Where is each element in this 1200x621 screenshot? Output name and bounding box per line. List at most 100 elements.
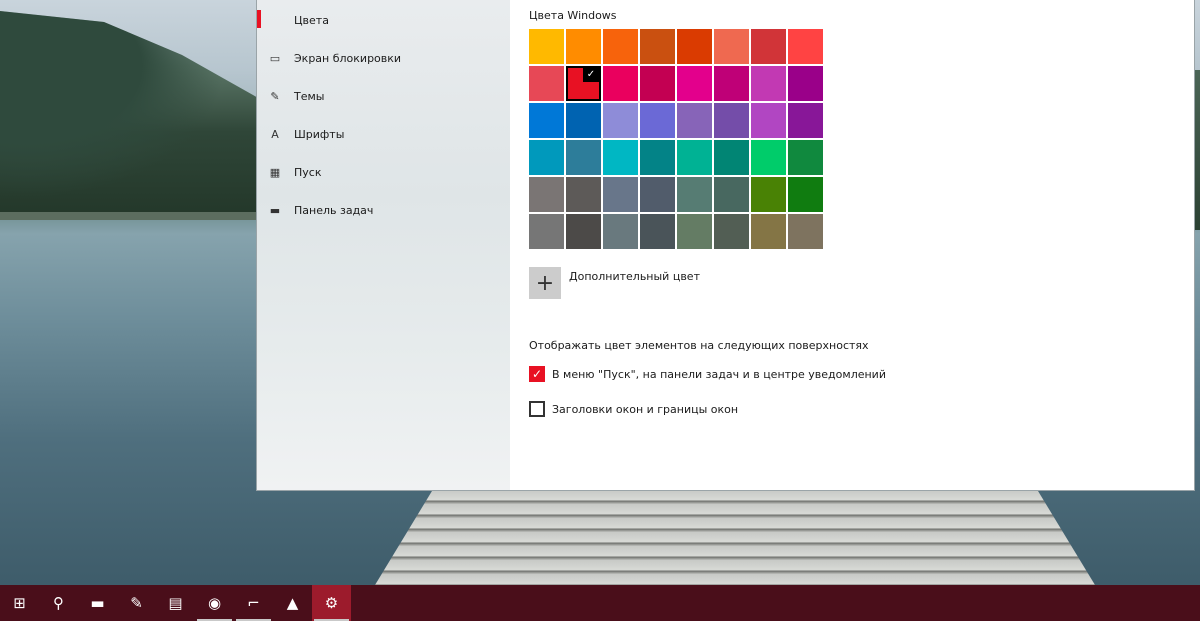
themes-icon: ✎ [270,89,280,103]
surfaces-heading: Отображать цвет элементов на следующих п… [529,339,869,352]
sidebar-item-4[interactable]: ▦ Пуск [257,153,510,191]
sidebar-item-label: Цвета [294,13,329,27]
color-swatch[interactable] [529,177,564,212]
sidebar-item-label: Экран блокировки [294,51,402,65]
aimp-button[interactable]: ▲ [273,585,312,621]
start-button[interactable]: ⊞ [0,585,39,621]
color-swatch[interactable] [788,177,823,212]
color-swatch[interactable] [677,29,712,64]
color-swatch[interactable] [566,177,601,212]
color-swatch[interactable] [529,66,564,101]
sidebar-item-2[interactable]: ✎ Темы [257,77,510,115]
settings-sidebar: Цвета ▭ Экран блокировки ✎ Темы A Шрифты ▦ Пуск ▬… [257,0,510,490]
color-swatch[interactable] [640,140,675,175]
file-explorer-button[interactable]: ▬ [78,585,117,621]
color-swatch[interactable] [751,140,786,175]
color-swatch[interactable] [677,103,712,138]
color-swatch[interactable] [677,214,712,249]
color-swatch[interactable] [714,140,749,175]
checkmark-icon: ✓ [583,68,599,82]
settings-button[interactable]: ⚙ [312,585,351,621]
chrome-button[interactable]: ◉ [195,585,234,621]
custom-color-label: Дополнительный цвет [569,270,700,283]
color-swatch[interactable] [788,66,823,101]
color-swatch[interactable] [640,214,675,249]
search-icon: ⚲ [53,594,64,612]
color-swatch[interactable] [751,29,786,64]
fonts-icon: A [271,127,279,141]
color-swatch[interactable] [603,177,638,212]
wallpaper-shore [0,212,260,220]
title-bars-option-label: Заголовки окон и границы окон [552,402,739,416]
color-swatch[interactable] [566,214,601,249]
color-swatch[interactable] [751,103,786,138]
color-swatch[interactable] [640,29,675,64]
color-swatch[interactable] [714,103,749,138]
color-swatch[interactable] [677,140,712,175]
color-swatch[interactable] [788,214,823,249]
windows-colors-heading: Цвета Windows [529,9,617,22]
sidebar-item-3[interactable]: A Шрифты [257,115,510,153]
sidebar-item-label: Темы [294,89,325,103]
wallpaper-forest [0,11,260,220]
color-swatch[interactable] [714,29,749,64]
color-swatch[interactable] [640,177,675,212]
color-swatch[interactable] [714,66,749,101]
gear-icon: ⚙ [324,594,339,612]
color-swatch[interactable] [603,103,638,138]
taskbar: ⊞ ⚲ ▬ ✎ ▤ ◉ ⌐ ▲ ⚙ [0,585,1200,621]
color-swatch[interactable] [603,66,638,101]
sidebar-item-0[interactable]: Цвета [257,1,510,39]
color-swatch[interactable] [566,29,601,64]
sidebar-item-label: Шрифты [294,127,345,141]
windows-logo-icon: ⊞ [13,594,26,612]
app-button[interactable]: ⌐ [234,585,273,621]
sidebar-item-1[interactable]: ▭ Экран блокировки [257,39,510,77]
color-swatch[interactable]: ✓ [566,66,601,101]
settings-window: Цвета ▭ Экран блокировки ✎ Темы A Шрифты ▦ Пуск ▬… [257,0,1194,490]
color-swatch[interactable] [677,177,712,212]
palette-icon [268,14,282,26]
color-swatch[interactable] [677,66,712,101]
color-swatch[interactable] [603,214,638,249]
color-swatch[interactable] [751,214,786,249]
chrome-icon: ◉ [207,594,222,612]
folder-icon: ▬ [90,594,105,612]
color-swatch[interactable] [714,177,749,212]
color-swatch[interactable] [603,140,638,175]
color-swatch[interactable] [566,140,601,175]
plus-icon: + [529,267,561,299]
color-swatch[interactable] [788,103,823,138]
color-swatch[interactable] [603,29,638,64]
colors-content: Цвета Windows ✓ + Дополнительный цвет От… [529,0,1189,490]
notepad-icon: ▤ [168,594,183,612]
start-taskbar-checkbox[interactable]: ✓ [529,366,545,382]
start-icon: ▦ [269,165,281,179]
wallpaper-pier [375,490,1095,585]
custom-color-button[interactable]: + Дополнительный цвет [529,267,700,299]
color-swatch[interactable] [640,103,675,138]
color-swatch[interactable] [640,66,675,101]
color-swatch[interactable] [529,214,564,249]
sidebar-item-label: Пуск [294,165,322,179]
search-button[interactable]: ⚲ [39,585,78,621]
title-bars-option[interactable]: Заголовки окон и границы окон [529,401,738,417]
notepad-button[interactable]: ▤ [156,585,195,621]
color-swatch[interactable] [751,66,786,101]
start-taskbar-option-label: В меню "Пуск", на панели задач и в центр… [552,367,886,381]
color-swatch[interactable] [788,140,823,175]
color-swatch[interactable] [566,103,601,138]
paint-palette-icon: ✎ [130,594,143,612]
start-taskbar-action-center-option[interactable]: ✓ В меню "Пуск", на панели задач и в цен… [529,366,886,382]
lock-screen-icon: ▭ [269,51,281,65]
color-swatch[interactable] [529,29,564,64]
color-swatch[interactable] [529,103,564,138]
title-bars-checkbox[interactable] [529,401,545,417]
bracket-app-icon: ⌐ [247,594,260,612]
color-swatch[interactable] [751,177,786,212]
color-swatch[interactable] [788,29,823,64]
color-swatch[interactable] [714,214,749,249]
sidebar-item-5[interactable]: ▬ Панель задач [257,191,510,229]
paint-button[interactable]: ✎ [117,585,156,621]
color-swatch[interactable] [529,140,564,175]
